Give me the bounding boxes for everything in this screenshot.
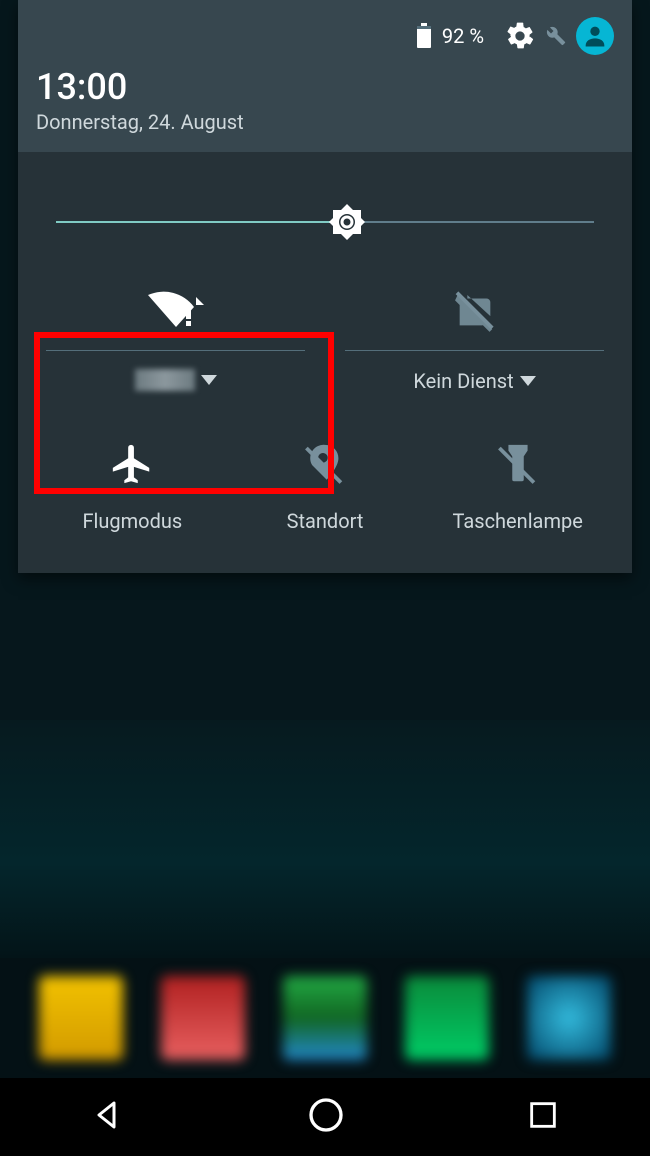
airplane-label: Flugmodus (82, 509, 182, 533)
tile-row-2: Flugmodus Standort Taschenlampe (46, 441, 604, 533)
wallpaper (0, 720, 650, 958)
cellular-tile[interactable]: Kein Dienst (345, 282, 604, 393)
divider (345, 350, 604, 351)
clock-date[interactable]: Donnerstag, 24. August (36, 110, 614, 134)
brightness-fill (56, 221, 347, 223)
panel-header: 92 % 13:00 Donnerstag, 24. August (18, 0, 632, 152)
dock-app-3[interactable] (283, 976, 367, 1060)
status-bar: 92 % (36, 12, 614, 60)
back-button[interactable] (90, 1097, 126, 1137)
brightness-slider[interactable] (56, 202, 594, 242)
cellular-label: Kein Dienst (413, 369, 513, 393)
user-avatar[interactable] (576, 17, 614, 55)
tuner-icon[interactable] (546, 26, 566, 46)
wifi-label-row[interactable] (135, 369, 217, 391)
recents-button[interactable] (526, 1098, 560, 1136)
app-dock (0, 958, 650, 1078)
wifi-icon (146, 282, 206, 338)
cellular-label-row[interactable]: Kein Dienst (413, 369, 535, 393)
flashlight-label: Taschenlampe (453, 509, 583, 533)
cellular-no-sim-icon (452, 282, 498, 338)
airplane-tile[interactable]: Flugmodus (46, 441, 219, 533)
settings-icon[interactable] (504, 20, 536, 52)
dock-app-4[interactable] (405, 976, 489, 1060)
home-button[interactable] (306, 1095, 346, 1139)
dock-app-1[interactable] (39, 976, 123, 1060)
location-tile[interactable]: Standort (239, 441, 412, 533)
battery-percentage: 92 % (442, 24, 484, 48)
clock-time[interactable]: 13:00 (36, 66, 614, 108)
wifi-ssid-obscured (135, 369, 195, 391)
location-label: Standort (287, 509, 364, 533)
tile-row-1: Kein Dienst (46, 282, 604, 393)
flashlight-tile[interactable]: Taschenlampe (431, 441, 604, 533)
dock-app-2[interactable] (161, 976, 245, 1060)
battery-icon (416, 23, 432, 49)
brightness-thumb[interactable] (327, 202, 367, 242)
divider (46, 350, 305, 351)
quick-settings-panel: 92 % 13:00 Donnerstag, 24. August (18, 0, 632, 573)
chevron-down-icon (201, 375, 217, 385)
dock-app-5[interactable] (527, 976, 611, 1060)
location-off-icon (302, 441, 348, 491)
wifi-tile[interactable] (46, 282, 305, 393)
airplane-icon (109, 441, 155, 491)
flashlight-off-icon (495, 441, 541, 491)
chevron-down-icon (520, 376, 536, 386)
navigation-bar (0, 1078, 650, 1156)
panel-body: Kein Dienst Flugmodus Standort (18, 152, 632, 573)
